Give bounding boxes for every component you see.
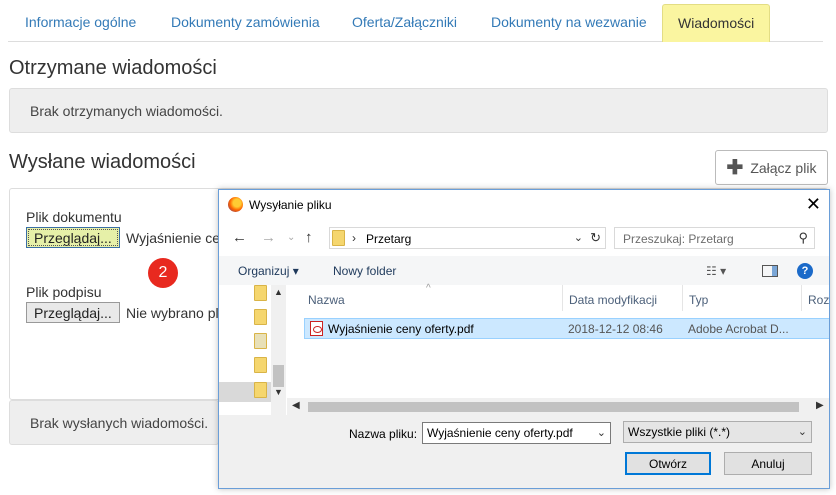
search-placeholder: Przeszukaj: Przetarg (623, 232, 734, 246)
file-modified: 2018-12-12 08:46 (568, 322, 663, 336)
horizontal-scrollbar[interactable]: ◀ ▶ (287, 398, 829, 415)
received-messages-empty: Brak otrzymanych wiadomości. (9, 88, 828, 133)
document-filename: Wyjaśnienie ce (126, 230, 221, 246)
file-upload-dialog: Wysyłanie pliku ✕ ← → ⌄ ↑ › Przetarg ⌄ ↻… (218, 189, 830, 489)
firefox-icon (228, 197, 243, 212)
column-modified[interactable]: Data modyfikacji (569, 293, 657, 307)
tab-messages[interactable]: Wiadomości (662, 4, 771, 42)
cancel-button[interactable]: Anuluj (724, 452, 812, 475)
plus-icon: ✚ (726, 156, 744, 179)
tab-bar: Informacje ogólne Dokumenty zamówienia O… (8, 0, 823, 42)
column-type[interactable]: Typ (689, 293, 708, 307)
sort-ascending-icon: ^ (426, 283, 431, 294)
document-file-label: Plik dokumentu (26, 209, 122, 225)
dialog-body: ▲ ▼ ^ Nazwa Data modyfikacji Typ Roz Wyj… (219, 283, 829, 415)
folder-icon[interactable] (254, 309, 267, 325)
address-bar-row: ← → ⌄ ↑ › Przetarg ⌄ ↻ Przeszukaj: Przet… (219, 220, 829, 256)
received-empty-text: Brak otrzymanych wiadomości. (30, 102, 223, 119)
column-size[interactable]: Roz (808, 293, 829, 307)
step-badge: 2 (148, 258, 178, 288)
scrollbar-thumb[interactable] (273, 365, 284, 387)
chevron-down-icon[interactable]: ⌄ (597, 426, 606, 439)
scroll-right-icon[interactable]: ▶ (816, 400, 824, 411)
column-name[interactable]: Nazwa (308, 293, 345, 307)
dialog-title: Wysyłanie pliku (249, 198, 332, 212)
view-options-icon[interactable]: ☷ ▾ (706, 264, 726, 278)
received-messages-title: Otrzymane wiadomości (9, 57, 217, 79)
attach-file-button[interactable]: ✚ Załącz plik (715, 150, 828, 185)
tree-scrollbar[interactable]: ▲ ▼ (271, 285, 286, 415)
scroll-left-icon[interactable]: ◀ (292, 400, 300, 411)
document-browse-button[interactable]: Przeglądaj... (26, 227, 120, 248)
dialog-toolbar: Organizuj ▾ Nowy folder ☷ ▾ ? (219, 256, 829, 285)
forward-arrow-icon[interactable]: → (261, 229, 276, 246)
signature-filename: Nie wybrano pl (126, 305, 219, 321)
tab-offer-attachments[interactable]: Oferta/Załączniki (352, 14, 457, 30)
signature-browse-button[interactable]: Przeglądaj... (26, 302, 120, 323)
signature-file-label: Plik podpisu (26, 284, 102, 300)
file-list: ^ Nazwa Data modyfikacji Typ Roz Wyjaśni… (287, 283, 829, 415)
address-bar[interactable]: › Przetarg ⌄ ↻ (329, 227, 606, 249)
search-input[interactable]: Przeszukaj: Przetarg ⚲ (614, 227, 815, 249)
sent-messages-empty: Brak wysłanych wiadomości. (9, 400, 219, 445)
up-arrow-icon[interactable]: ↑ (305, 229, 313, 246)
folder-icon[interactable] (254, 285, 267, 301)
dialog-footer: Nazwa pliku: Wyjaśnienie ceny oferty.pdf… (219, 415, 829, 488)
file-row[interactable]: Wyjaśnienie ceny oferty.pdf 2018-12-12 0… (304, 318, 829, 339)
organize-label: Organizuj (238, 264, 290, 278)
filename-value: Wyjaśnienie ceny oferty.pdf (427, 426, 573, 440)
tab-order-documents[interactable]: Dokumenty zamówienia (171, 14, 320, 30)
preview-pane-icon[interactable] (762, 265, 778, 277)
dialog-titlebar: Wysyłanie pliku ✕ (219, 190, 829, 220)
scrollbar-thumb[interactable] (308, 402, 799, 412)
file-type-filter[interactable]: Wszystkie pliki (*.*) ⌄ (623, 421, 812, 443)
column-divider (562, 285, 563, 311)
tab-requested-documents[interactable]: Dokumenty na wezwanie (491, 14, 647, 30)
shared-folder-icon[interactable] (254, 333, 267, 349)
file-type-filter-value: Wszystkie pliki (*.*) (628, 425, 731, 439)
filename-label: Nazwa pliku: (349, 427, 418, 441)
open-button[interactable]: Otwórz (625, 452, 711, 475)
chevron-down-icon[interactable]: ⌄ (574, 231, 583, 244)
new-folder-button[interactable]: Nowy folder (333, 264, 396, 278)
file-type: Adobe Acrobat D... (688, 322, 789, 336)
column-divider (801, 285, 802, 311)
scroll-up-icon[interactable]: ▲ (274, 287, 283, 297)
tab-general-info[interactable]: Informacje ogólne (25, 14, 136, 30)
filename-input[interactable]: Wyjaśnienie ceny oferty.pdf ⌄ (422, 422, 611, 444)
recent-locations-icon[interactable]: ⌄ (287, 232, 295, 243)
help-icon[interactable]: ? (797, 263, 813, 279)
search-icon: ⚲ (798, 230, 808, 245)
folder-icon (332, 230, 345, 246)
navigation-pane: ▲ ▼ (219, 285, 287, 415)
organize-menu[interactable]: Organizuj ▾ (238, 264, 299, 278)
scroll-down-icon[interactable]: ▼ (274, 387, 283, 397)
sent-messages-title: Wysłane wiadomości (9, 151, 196, 173)
folder-icon[interactable] (254, 382, 267, 398)
pdf-file-icon (310, 321, 323, 336)
breadcrumb-separator-icon: › (352, 231, 356, 245)
sent-empty-text: Brak wysłanych wiadomości. (30, 414, 209, 431)
file-name: Wyjaśnienie ceny oferty.pdf (328, 322, 474, 336)
attach-file-label: Załącz plik (750, 159, 817, 176)
column-divider (682, 285, 683, 311)
refresh-icon[interactable]: ↻ (590, 230, 601, 246)
address-path: Przetarg (366, 232, 412, 246)
folder-icon[interactable] (254, 357, 267, 373)
back-arrow-icon[interactable]: ← (232, 229, 247, 246)
close-icon[interactable]: ✕ (806, 194, 821, 215)
chevron-down-icon[interactable]: ⌄ (798, 425, 807, 438)
